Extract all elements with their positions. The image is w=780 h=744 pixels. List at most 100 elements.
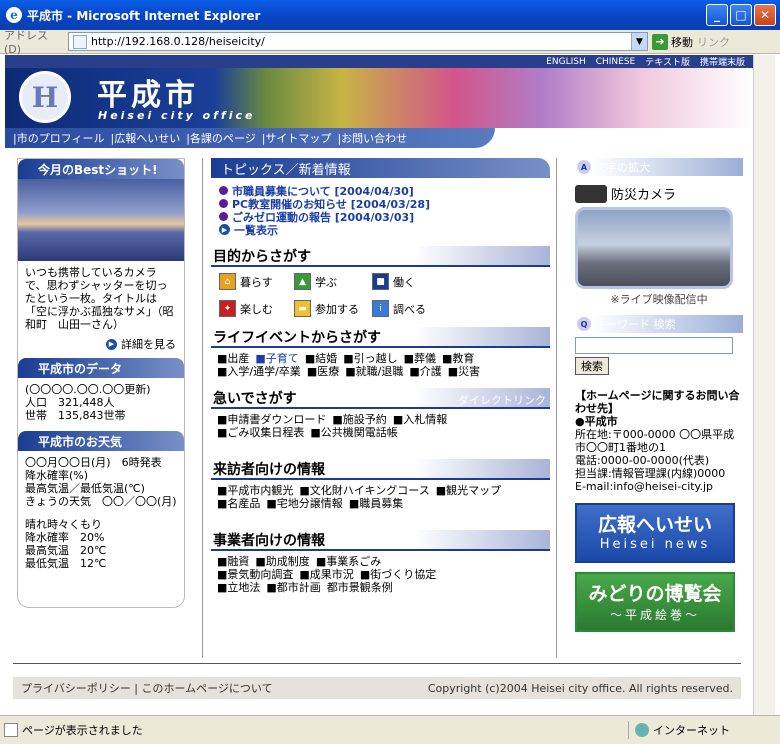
visitor-link[interactable]: ■文化財ハイキングコース [299, 484, 429, 497]
footer-divider [13, 663, 741, 664]
page-icon [73, 34, 87, 49]
left-column: 今月のBestショット! いつも携帯しているカメラで、思わずシャッターを切ったと… [17, 158, 185, 608]
security-zone: インターネット [628, 721, 730, 739]
business-link[interactable]: 都市景観条例 [327, 581, 393, 594]
visitor-link[interactable]: ■宅地分譲情報 [266, 497, 342, 510]
camera-photo[interactable] [575, 207, 733, 289]
business-heading: 事業者向けの情報 [211, 530, 550, 551]
address-dropdown-icon[interactable]: ▼ [631, 33, 647, 50]
weather-line: 〇〇月〇〇日(月) 6時発表 [25, 456, 162, 469]
topics-list-link[interactable]: ▶ 一覧表示 [203, 223, 556, 237]
topnav-english[interactable]: ENGLISH [546, 57, 586, 67]
citydata-households: 世帯 135,843世帯 [25, 409, 126, 422]
purpose-live[interactable]: ⌂ 暮らす [219, 273, 294, 290]
lifeevent-link[interactable]: ■出産 [217, 352, 249, 365]
font-size-icon: A [577, 160, 591, 174]
nav-koho[interactable]: |広報へいせい [111, 130, 181, 146]
topnav-text[interactable]: テキスト版 [645, 55, 690, 68]
urgent-link[interactable]: ■公共機関電話帳 [310, 426, 397, 439]
lifeevent-link[interactable]: ■入学/通学/卒業 [217, 365, 301, 378]
business-link[interactable]: ■融資 [217, 555, 249, 568]
urgent-link[interactable]: ■申請書ダウンロード [217, 413, 326, 426]
purpose-enjoy[interactable]: ✦ 楽しむ [219, 300, 294, 317]
search-button[interactable]: 検索 [575, 357, 609, 375]
purpose-label: 働く [393, 275, 415, 289]
search-input[interactable] [575, 337, 733, 354]
purpose-label: 楽しむ [240, 302, 273, 316]
business-link[interactable]: ■街づくり協定 [360, 568, 436, 581]
right-column: A 文字の拡大 防災カメラ ※ライブ映像配信中 Q キーワード 検索 検索 【ホーム… [575, 158, 743, 658]
lifeevent-link[interactable]: ■子育て [255, 352, 298, 365]
business-link[interactable]: ■立地法 [217, 581, 260, 594]
lifeevent-link[interactable]: ■葬儀 [404, 352, 436, 365]
city-logo-icon[interactable]: H [19, 71, 71, 123]
visitor-link[interactable]: ■職員募集 [349, 497, 403, 510]
business-link[interactable]: ■成果市況 [299, 568, 353, 581]
visitor-link[interactable]: ■平成市内観光 [217, 484, 293, 497]
purpose-label: 学ぶ [315, 275, 337, 289]
maximize-button[interactable]: □ [730, 4, 752, 26]
weather-line: 晴れ時々くもり [25, 518, 102, 531]
nav-profile[interactable]: |市のプロフィール [13, 130, 105, 146]
bestshot-photo[interactable] [18, 179, 184, 261]
expo-banner[interactable]: みどりの博覧会 ～平成絵巻～ [575, 572, 735, 632]
purpose-join[interactable]: ▬ 参加する [294, 300, 372, 317]
contact-org: ●平成市 [575, 415, 618, 428]
address-input[interactable]: http://192.168.0.128/heiseicity/ ▼ [68, 32, 648, 51]
weather-line: 最高気温／最低気温(℃) [25, 482, 145, 495]
urgent-list: ■申請書ダウンロード ■施設予約 ■入札情報 ■ごみ収集日程表 ■公共機関電話帳 [203, 409, 556, 439]
citydata-heading: 平成市のデータ [18, 358, 184, 378]
briefcase-icon: ■ [372, 273, 389, 290]
urgent-link[interactable]: ■入札情報 [393, 413, 447, 426]
lifeevent-link[interactable]: ■教育 [442, 352, 474, 365]
more-label: 詳細を見る [121, 338, 176, 351]
footer-links[interactable]: プライバシーポリシー | このホームページについて [21, 680, 273, 696]
bestshot-text: いつも携帯しているカメラで、思わずシャッターを切ったという一枚。タイトルは「空に… [25, 266, 174, 331]
close-button[interactable]: ✕ [754, 4, 776, 26]
purpose-search[interactable]: i 調べる [372, 300, 452, 317]
lifeevent-link[interactable]: ■引っ越し [343, 352, 397, 365]
lifeevent-link[interactable]: ■就職/退職 [345, 365, 403, 378]
purpose-learn[interactable]: ▲ 学ぶ [294, 273, 372, 290]
koho-banner[interactable]: 広報へいせい Heisei news [575, 503, 735, 563]
lifeevent-link[interactable]: ■医療 [307, 365, 339, 378]
weather-line: 降水確率 20% [25, 531, 105, 544]
business-link[interactable]: ■助成制度 [255, 555, 309, 568]
camera-caption: ※ライブ映像配信中 [610, 293, 708, 306]
direct-link[interactable]: ダイレクトリンク [458, 392, 546, 408]
nav-departments[interactable]: |各課のページ [186, 130, 256, 146]
go-button[interactable]: ➜ 移動 [652, 33, 693, 50]
lifeevent-link[interactable]: ■結婚 [305, 352, 337, 365]
nav-sitemap[interactable]: |サイトマップ [262, 130, 332, 146]
nav-contact[interactable]: |お問い合わせ [337, 130, 407, 146]
vertical-scrollbar[interactable] [753, 55, 775, 715]
magnifier-icon: Q [577, 317, 591, 331]
school-icon: ▲ [294, 273, 311, 290]
contact-dept: 担当課:情報管理課(内線)0000 [575, 467, 726, 480]
links-button[interactable]: リンク [697, 34, 730, 50]
contact-email[interactable]: E-mail:info@heisei-city.jp [575, 480, 743, 493]
window-title: 平成市 - Microsoft Internet Explorer [27, 8, 261, 23]
urgent-link[interactable]: ■施設予約 [332, 413, 386, 426]
urgent-title: 急いでさがす [213, 390, 297, 407]
bestshot-more-link[interactable]: ▶ 詳細を見る [18, 336, 184, 352]
business-link[interactable]: ■景気動向調査 [217, 568, 293, 581]
minimize-button[interactable]: _ [706, 4, 728, 26]
topnav-chinese[interactable]: CHINESE [596, 57, 636, 67]
purpose-label: 暮らす [240, 275, 273, 289]
business-link[interactable]: ■事業系ごみ [316, 555, 381, 568]
visitor-link[interactable]: ■観光マップ [436, 484, 501, 497]
topnav-mobile[interactable]: 携帯端末版 [700, 55, 745, 68]
visitor-link[interactable]: ■名産品 [217, 497, 260, 510]
lifeevent-link[interactable]: ■災害 [448, 365, 480, 378]
urgent-link[interactable]: ■ごみ収集日程表 [217, 426, 304, 439]
business-link[interactable]: ■都市計画 [266, 581, 320, 594]
info-icon: i [372, 300, 389, 317]
lifeevent-link[interactable]: ■介護 [409, 365, 441, 378]
font-size-link[interactable]: A 文字の拡大 [575, 158, 743, 176]
site-header: ENGLISH CHINESE テキスト版 携帯端末版 H 平成市 Heisei… [5, 55, 753, 150]
weather-line: 最低気温 12℃ [25, 557, 107, 570]
search-label: キーワード 検索 [595, 318, 676, 331]
arrow-right-icon: ▶ [106, 338, 117, 350]
purpose-work[interactable]: ■ 働く [372, 273, 452, 290]
